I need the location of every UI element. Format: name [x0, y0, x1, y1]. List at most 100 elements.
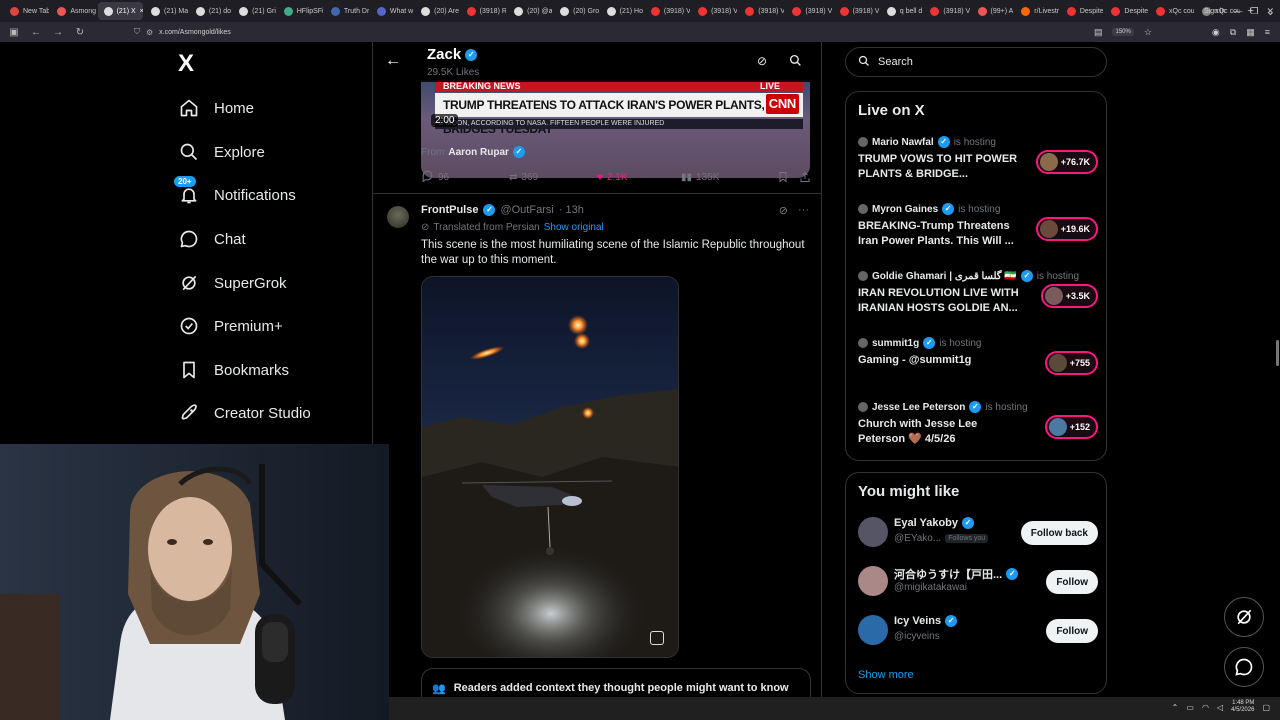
suggestion-name[interactable]: Icy Veins ✓	[894, 615, 958, 627]
signin-link[interactable]: Sign in	[1204, 8, 1225, 15]
source-name[interactable]: Aaron Rupar	[448, 147, 509, 158]
browser-tab[interactable]: (20) Gro	[554, 2, 599, 20]
x-logo[interactable]: X	[178, 52, 204, 76]
tweet[interactable]: FrontPulse ✓ @OutFarsi · 13h ⊘ ··· ⊘ Tra…	[373, 194, 821, 720]
live-item[interactable]: Goldie Ghamari | گلسا قمری 🇮🇷 ✓ is hosting…	[858, 270, 1098, 318]
sidebar-item-premium[interactable]: Premium+	[178, 311, 283, 341]
close-window-icon[interactable]: ✕	[1266, 6, 1274, 17]
browser-tab[interactable]: (21) do	[190, 2, 231, 20]
browser-tab[interactable]: New Tab	[4, 2, 49, 20]
host-name[interactable]: summit1g	[872, 338, 919, 349]
browser-tab[interactable]: (20) @a	[508, 2, 552, 20]
notification-center-icon[interactable]: ▢	[1262, 703, 1270, 712]
browser-tab[interactable]: (3918) V	[786, 2, 832, 20]
account-icon[interactable]: ◉	[1212, 27, 1220, 38]
wifi-icon[interactable]: ◠	[1202, 703, 1209, 712]
bookmark-icon[interactable]	[777, 171, 799, 183]
like-button[interactable]: ♥ 2.1K	[597, 172, 681, 183]
video-thumbnail[interactable]: BREAKING NEWS LIVE TRUMP THREATENS TO AT…	[421, 80, 810, 178]
listener-count-pill[interactable]: +755	[1044, 351, 1098, 375]
bookmark-star-icon[interactable]: ☆	[1144, 27, 1152, 38]
browser-tab[interactable]: (3918) V	[924, 2, 970, 20]
host-name[interactable]: Mario Nawfal	[872, 137, 934, 148]
reload-icon[interactable]: ↻	[74, 27, 86, 38]
follow-button[interactable]: Follow back	[1020, 521, 1098, 545]
reader-icon[interactable]: ▤	[1094, 27, 1103, 38]
host-name[interactable]: Jesse Lee Peterson	[872, 402, 965, 413]
live-item[interactable]: Mario Nawfal ✓ is hosting TRUMP VOWS TO HIT…	[858, 136, 1098, 184]
browser-tab[interactable]: HFlipSFi	[278, 2, 323, 20]
tray-chevron-icon[interactable]: ⌃	[1172, 703, 1179, 712]
tweet-time[interactable]: · 13h	[559, 204, 584, 216]
close-tab-icon[interactable]: ×	[140, 8, 143, 15]
suggestion-name[interactable]: Eyal Yakoby ✓	[894, 517, 975, 529]
network-icon[interactable]: ▭	[1186, 703, 1194, 712]
live-item[interactable]: Jesse Lee Peterson ✓ is hosting Church with…	[858, 401, 1098, 449]
browser-tab[interactable]: (3918) V	[739, 2, 784, 20]
listener-count-pill[interactable]: +152	[1044, 415, 1098, 439]
url-text[interactable]: x.com/Asmongold/likes	[159, 29, 231, 36]
messages-fab-button[interactable]	[1224, 647, 1264, 687]
avatar[interactable]	[858, 566, 888, 596]
browser-tab[interactable]: (3918) V	[645, 2, 690, 20]
zoom-level[interactable]: 150%	[1112, 28, 1134, 36]
volume-icon[interactable]: ◁	[1217, 703, 1223, 712]
reply-button[interactable]: 96	[421, 169, 509, 185]
browser-tab[interactable]: (21) X ×	[97, 2, 143, 20]
follow-button[interactable]: Follow	[1046, 570, 1098, 594]
author-handle[interactable]: @OutFarsi	[500, 204, 553, 216]
sidebar-toggle-icon[interactable]: ▣	[8, 27, 20, 38]
site-info-icon[interactable]: ⚙	[146, 28, 153, 37]
address-bar[interactable]: ⛉ ⚙ x.com/Asmongold/likes	[134, 25, 1014, 39]
extensions-icon[interactable]: ⧉	[1230, 27, 1236, 38]
grok-fab-button[interactable]	[1224, 597, 1264, 637]
browser-tab[interactable]: (21) Ma	[145, 2, 188, 20]
image-info-icon[interactable]	[650, 631, 664, 645]
listener-count-pill[interactable]: +76.7K	[1035, 150, 1098, 174]
browser-tab[interactable]: (21) Gri	[233, 2, 276, 20]
listener-count-pill[interactable]: +3.5K	[1040, 284, 1098, 308]
browser-tab[interactable]: xQc cou	[1150, 2, 1194, 20]
search-icon[interactable]	[789, 54, 802, 70]
forward-icon[interactable]: →	[52, 27, 64, 38]
browser-tab[interactable]: Truth Dr	[325, 2, 369, 20]
author-name[interactable]: FrontPulse	[421, 204, 478, 216]
restore-icon[interactable]: ❐	[1250, 6, 1258, 17]
listener-count-pill[interactable]: +19.6K	[1035, 217, 1098, 241]
sidebar-item-notifications[interactable]: 20+ Notifications	[174, 176, 296, 210]
share-icon[interactable]	[799, 171, 811, 183]
sidebar-item-explore[interactable]: Explore	[178, 137, 265, 167]
minimize-icon[interactable]: —	[1233, 6, 1242, 16]
show-original-link[interactable]: Show original	[544, 222, 604, 233]
suggestion-name[interactable]: 河合ゆうすけ【戸田... ✓	[894, 566, 1019, 582]
repost-button[interactable]: ⇄ 369	[509, 172, 597, 183]
sidebar-item-home[interactable]: Home	[178, 93, 254, 123]
menu-icon[interactable]: ≡	[1265, 27, 1270, 37]
browser-tab[interactable]: r/Livestr	[1015, 2, 1059, 20]
live-item[interactable]: Myron Gaines ✓ is hosting BREAKING-Trump Th…	[858, 203, 1098, 251]
host-name[interactable]: Goldie Ghamari | گلسا قمری 🇮🇷	[872, 271, 1017, 282]
suggestion-row[interactable]: Eyal Yakoby ✓ @EYako... Follows you Follow b…	[858, 515, 1098, 551]
search-input[interactable]: Search	[845, 47, 1107, 77]
more-icon[interactable]: ···	[798, 204, 809, 217]
avatar[interactable]	[387, 206, 409, 228]
live-item[interactable]: summit1g ✓ is hosting Gaming - @summit1g +75…	[858, 337, 1098, 385]
tweet-photo[interactable]	[421, 276, 679, 658]
browser-tab[interactable]: Despite	[1061, 2, 1103, 20]
back-icon[interactable]: ←	[30, 27, 42, 38]
views-button[interactable]: ▮▮ 135K	[681, 172, 777, 183]
sidebar-item-chat[interactable]: Chat	[178, 224, 246, 254]
avatar[interactable]	[858, 615, 888, 645]
browser-tab[interactable]: (3918) V	[692, 2, 737, 20]
browser-tab[interactable]: What w	[371, 2, 413, 20]
browser-tab[interactable]: (3918) R	[461, 2, 506, 20]
sidebar-item-supergrok[interactable]: SuperGrok	[178, 268, 287, 298]
suggestion-row[interactable]: Icy Veins ✓ @icyveins Follow	[858, 613, 1098, 649]
browser-tab[interactable]: Despite	[1105, 2, 1148, 20]
browser-tab[interactable]: (21) Ho	[601, 2, 643, 20]
avatar[interactable]	[858, 517, 888, 547]
sidebar-item-creator-studio[interactable]: Creator Studio	[178, 398, 311, 428]
suggestion-row[interactable]: 河合ゆうすけ【戸田... ✓ @migikatakawai Follow	[858, 564, 1098, 600]
follow-button[interactable]: Follow	[1046, 619, 1098, 643]
show-more-link[interactable]: Show more	[858, 669, 914, 681]
